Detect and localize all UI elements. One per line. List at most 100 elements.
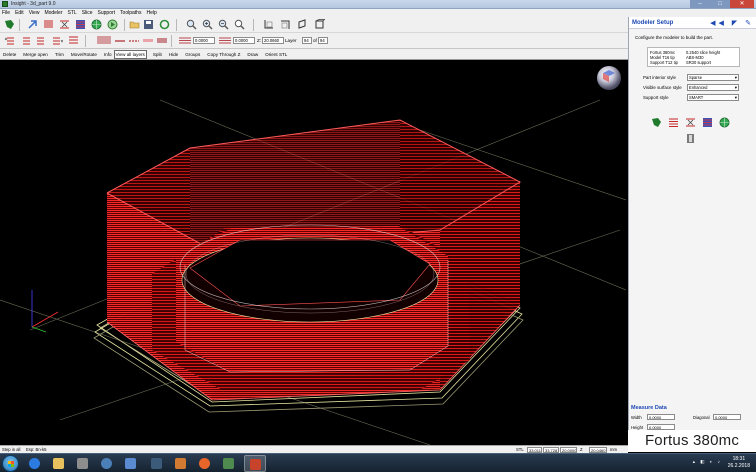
ie-taskbar-item[interactable] (24, 455, 46, 472)
split-button[interactable]: Split (152, 51, 163, 58)
value-a-field[interactable]: 0.0000 (193, 37, 215, 44)
layer-range-small-icon[interactable] (178, 35, 192, 46)
3d-viewport[interactable] (0, 60, 626, 445)
image-taskbar-item[interactable] (218, 455, 240, 472)
zoom-window-icon[interactable] (186, 19, 197, 30)
toolpaths-icon[interactable] (75, 19, 86, 30)
layer-block-icon[interactable] (156, 35, 168, 46)
modeler-setup-icon[interactable] (651, 117, 662, 128)
support-icon[interactable] (685, 117, 696, 128)
save-icon[interactable] (143, 19, 154, 30)
orient-stl-button[interactable]: Orient STL (264, 51, 288, 58)
slice-icon[interactable] (668, 117, 679, 128)
toolpaths-icon[interactable] (702, 117, 713, 128)
info-taskbar-item[interactable] (96, 455, 118, 472)
menu-file[interactable]: File (2, 10, 10, 16)
panel-nav-icons[interactable]: ◀◀ ◤ ✎ (710, 19, 754, 27)
z-value-field[interactable]: 20.0660 (262, 37, 284, 44)
toolbar-separator (85, 35, 86, 47)
part-interior-style-select[interactable]: Sparse (687, 74, 739, 81)
value-b-field[interactable]: 0.0000 (233, 37, 255, 44)
system-tray-icons[interactable]: ▴ ◧ ◐ ♪ (693, 459, 722, 465)
animate-icon[interactable] (107, 19, 118, 30)
main-toolbar (0, 17, 628, 33)
z-label: Z: (257, 38, 262, 43)
view-top-icon[interactable] (280, 19, 291, 30)
merge-open-button[interactable]: Merge open (22, 51, 49, 58)
draw-button[interactable]: Draw (246, 51, 259, 58)
modeler-info-box: Fortus 380mc 0.2540 slice height Model T1… (647, 47, 740, 67)
app-icon (2, 1, 8, 7)
visible-surface-style-select[interactable]: Enhanced (687, 84, 739, 91)
support-style-select[interactable]: SMART (687, 94, 739, 101)
clock-date: 26.2.2018 (727, 463, 750, 469)
copy-through-z-button[interactable]: Copy Through Z (206, 51, 241, 58)
globe-icon[interactable] (91, 19, 102, 30)
toolbar-separator (19, 19, 20, 31)
title-bar: Insight - 3d_part 9.0 – □ ✕ (0, 0, 756, 9)
layer-up-icon[interactable] (20, 35, 31, 46)
panel-title: Modeler Setup (632, 20, 674, 26)
inner-pocket (152, 224, 470, 390)
taskbar-clock[interactable]: 18:31 26.2.2018 (728, 456, 750, 470)
view-all-layers-button[interactable]: View all layers (113, 49, 147, 59)
modeler-setup-icon[interactable] (4, 19, 15, 30)
delete-button[interactable]: Delete (2, 51, 17, 58)
hide-button[interactable]: Hide (168, 51, 179, 58)
menu-support[interactable]: Support (98, 10, 116, 16)
zoom-in-icon[interactable] (202, 19, 213, 30)
view-iso-icon[interactable] (314, 19, 325, 30)
menu-edit[interactable]: Edit (15, 10, 24, 16)
support-icon[interactable] (59, 19, 70, 30)
layer-all-icon[interactable] (68, 35, 79, 46)
move-rotate-button[interactable]: Move/Rotate (70, 51, 98, 58)
stl-orient-icon[interactable] (27, 19, 38, 30)
menu-help[interactable]: Help (146, 10, 156, 16)
media-icon (175, 458, 186, 469)
zoom-out-icon[interactable] (218, 19, 229, 30)
layer-dash-icon[interactable] (128, 35, 140, 46)
layer-bottom-icon[interactable] (52, 35, 63, 46)
monitor-taskbar-item[interactable] (146, 455, 168, 472)
open-file-icon[interactable] (129, 19, 140, 30)
powerpoint-taskbar-item[interactable] (244, 455, 266, 472)
axes-indicator (31, 290, 59, 333)
globe-icon[interactable] (719, 117, 730, 128)
start-button[interactable] (2, 455, 19, 472)
menu-slice[interactable]: Slice (82, 10, 93, 16)
menu-view[interactable]: View (29, 10, 40, 16)
layer-pink-icon[interactable] (142, 35, 154, 46)
zoom-fit-icon[interactable] (234, 19, 245, 30)
info-button[interactable]: Info (103, 51, 113, 58)
media-taskbar-item[interactable] (170, 455, 192, 472)
app-taskbar-item[interactable] (72, 455, 94, 472)
minimize-button[interactable]: – (690, 0, 710, 8)
slice-icon[interactable] (43, 19, 54, 30)
folder-icon (53, 458, 64, 469)
view-front-icon[interactable] (263, 19, 274, 30)
trim-button[interactable]: Trim (54, 51, 65, 58)
layer-top-icon[interactable] (4, 35, 15, 46)
tool-taskbar-item[interactable] (120, 455, 142, 472)
layer-single-icon[interactable] (114, 35, 126, 46)
diagonal-field: 0.0000 (713, 414, 741, 420)
printer-model-label: Fortus 380mc (628, 430, 756, 452)
refresh-icon[interactable] (159, 19, 170, 30)
layer-value-field[interactable]: 94 (302, 37, 312, 44)
clock-time: 18:31 (732, 456, 746, 462)
maximize-button[interactable]: □ (710, 0, 730, 8)
layer-down-icon[interactable] (36, 35, 47, 46)
menu-modeler[interactable]: Modeler (44, 10, 62, 16)
view-side-icon[interactable] (297, 19, 308, 30)
build-pack-icon[interactable] (685, 133, 696, 144)
explorer-taskbar-item[interactable] (48, 455, 70, 472)
groups-button[interactable]: Groups (184, 51, 201, 58)
close-button[interactable]: ✕ (730, 0, 754, 8)
layer-label: Layer (285, 38, 297, 43)
menu-stl[interactable]: STL (68, 10, 77, 16)
layer-range-icon[interactable] (96, 35, 112, 46)
menu-toolpaths[interactable]: Toolpaths (120, 10, 141, 16)
layer-range-small-icon[interactable] (218, 35, 232, 46)
image-icon (223, 458, 234, 469)
firefox-taskbar-item[interactable] (194, 455, 216, 472)
